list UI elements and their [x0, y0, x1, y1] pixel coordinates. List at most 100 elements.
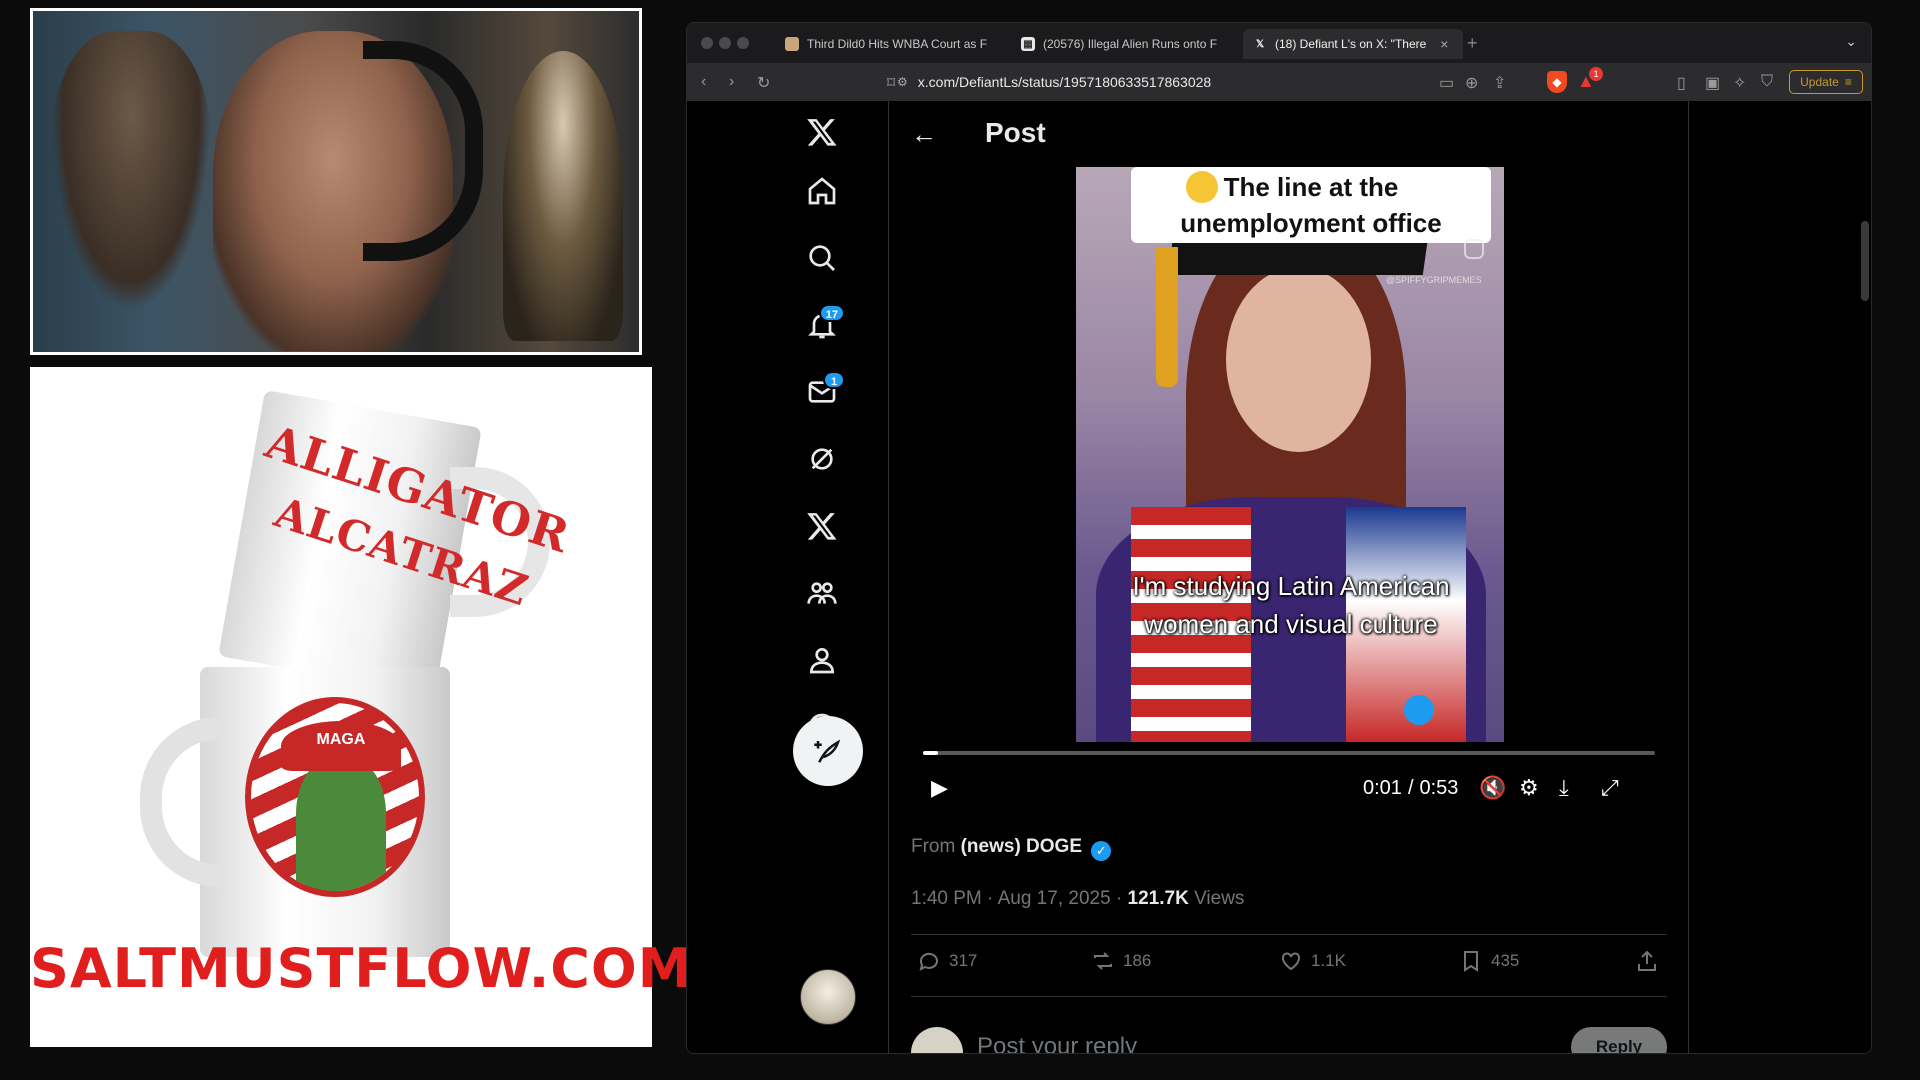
video-frame: The line at the unemployment office @SPI… [1076, 167, 1504, 742]
post-column: ← Post The line at the unemployment offi… [889, 101, 1688, 1053]
game-favicon [785, 37, 799, 51]
post-header: ← Post [889, 101, 1688, 167]
views-label: Views [1194, 888, 1245, 909]
video-progress-fill [923, 751, 938, 755]
wallet-icon[interactable]: ▣ [1705, 73, 1720, 93]
tab-strip: Third Dild0 Hits WNBA Court as F ▦ (2057… [687, 23, 1871, 63]
compose-post-button[interactable] [793, 716, 863, 786]
tab-close-icon[interactable]: × [1440, 36, 1448, 52]
new-tab-button[interactable]: + [1467, 33, 1478, 54]
video-controls: ▶ 0:01/0:53 🔇 ⚙ ⤓ ⤢ [911, 767, 1667, 815]
cap-label: MAGA [316, 731, 366, 748]
browser-window: Third Dild0 Hits WNBA Court as F ▦ (2057… [686, 22, 1872, 1054]
browser-toolbar: ‹ › ↻ ⌑ ⚙ x.com/DefiantLs/status/1957180… [687, 63, 1871, 101]
profile-icon[interactable] [795, 633, 849, 687]
minimize-window-button[interactable] [719, 37, 731, 49]
tab-label: (20576) Illegal Alien Runs onto F [1043, 37, 1218, 51]
video-player[interactable]: The line at the unemployment office @SPI… [911, 167, 1667, 823]
tab-illegal-alien[interactable]: ▦ (20576) Illegal Alien Runs onto F [1011, 29, 1241, 59]
picture-in-picture-icon[interactable]: ⤓ [1559, 775, 1569, 801]
account-avatar[interactable] [800, 969, 856, 1025]
tab-defiant-ls[interactable]: 𝕏 (18) Defiant L's on X: "There × [1243, 29, 1463, 59]
communities-icon[interactable] [795, 566, 849, 620]
divider [911, 996, 1667, 997]
x-logo-icon[interactable] [795, 105, 849, 159]
notifications-badge: 17 [818, 304, 845, 322]
share-icon[interactable]: ⇪ [1493, 73, 1506, 93]
x-favicon: 𝕏 [1255, 38, 1265, 50]
views-count: 121.7K [1127, 888, 1189, 909]
video-time: 0:01/0:53 [1363, 777, 1459, 799]
repost-count: 186 [1123, 951, 1152, 970]
video-subtitle: I'm studying Latin American women and vi… [1132, 571, 1450, 639]
video-progress-bar[interactable] [923, 751, 1655, 755]
home-icon[interactable] [795, 164, 849, 218]
cast-icon[interactable]: ▭ [1439, 73, 1454, 93]
bookmark-page-icon[interactable]: ⌑ [887, 73, 895, 93]
reply-composer: Post your reply Reply [911, 1021, 1667, 1053]
reply-button[interactable]: Reply [1571, 1027, 1667, 1053]
reload-icon[interactable]: ↻ [757, 73, 770, 93]
update-label: Update [1800, 75, 1839, 89]
webcam-video [33, 11, 639, 352]
fullscreen-icon[interactable]: ⤢ [1601, 775, 1619, 801]
update-button[interactable]: Update ≡ [1789, 70, 1863, 94]
from-label: From [911, 836, 956, 857]
address-bar[interactable]: ⚙ x.com/DefiantLs/status/195718063351786… [897, 70, 1377, 94]
settings-gear-icon[interactable]: ⚙ [1519, 775, 1539, 801]
alligator-graphic [296, 758, 386, 891]
extensions-icon[interactable]: ✧ [1733, 73, 1746, 93]
reply-input[interactable]: Post your reply [977, 1033, 1137, 1053]
repost-icon [1094, 952, 1112, 970]
like-action[interactable]: 1.1K [1279, 949, 1346, 973]
notifications-icon[interactable]: 17 [795, 298, 849, 352]
sidebar-icon[interactable]: ▯ [1677, 73, 1686, 93]
page-scrollbar[interactable] [1861, 221, 1869, 301]
url-text: x.com/DefiantLs/status/19571806335178630… [917, 74, 1212, 90]
instagram-icon [1464, 239, 1484, 259]
meme-caption: The line at the unemployment office [1131, 167, 1491, 243]
share-action[interactable] [1635, 949, 1659, 973]
post-timestamp[interactable]: 1:40 PM · Aug 17, 2025 · [911, 888, 1128, 909]
bookmark-action[interactable]: 435 [1459, 949, 1519, 973]
play-icon[interactable]: ▶ [931, 775, 948, 801]
tab-list-chevron-icon[interactable]: ⌄ [1845, 33, 1857, 50]
reply-action[interactable]: 317 [917, 949, 977, 973]
verified-badge-icon: ✓ [1091, 841, 1112, 861]
brave-shield-icon[interactable]: ◆ [1547, 71, 1567, 93]
back-icon[interactable]: ‹ [701, 73, 706, 91]
like-count: 1.1K [1311, 951, 1346, 970]
vpn-icon[interactable]: ⛉ [1761, 73, 1773, 91]
x-app: 17 1 ← Post The line at the unemployment… [687, 101, 1871, 1053]
zoom-window-button[interactable] [737, 37, 749, 49]
premium-x-icon[interactable] [795, 499, 849, 553]
tab-wnba[interactable]: Third Dild0 Hits WNBA Court as F [775, 29, 1005, 59]
zoom-icon[interactable]: ⊕ [1465, 73, 1478, 93]
mug-bottom-handle [140, 717, 220, 887]
x-left-nav: 17 1 [777, 101, 867, 1053]
lincoln-painting [51, 31, 211, 311]
forward-icon[interactable]: › [729, 73, 734, 91]
video-source: From (news) DOGE ✓ [911, 836, 1112, 861]
grid-favicon: ▦ [1021, 37, 1035, 51]
tab-label: Third Dild0 Hits WNBA Court as F [807, 37, 988, 51]
screen: ALLIGATOR ALCATRAZ MAGA SALTMUSTFLOW.COM… [0, 0, 1920, 1080]
search-icon[interactable] [795, 231, 849, 285]
menu-icon: ≡ [1844, 75, 1852, 89]
repost-action[interactable]: 186 [1091, 949, 1151, 973]
duration: 0:53 [1419, 777, 1459, 799]
mute-icon[interactable]: 🔇 [1479, 775, 1506, 801]
post-actions: 317 186 1.1K 435 [911, 931, 1667, 991]
webcam-overlay [30, 8, 642, 355]
site-settings-icon[interactable]: ⚙ [897, 75, 908, 89]
meme-caption-text: The line at the unemployment office [1180, 172, 1442, 238]
back-arrow-icon[interactable]: ← [911, 119, 937, 150]
grok-icon[interactable] [795, 432, 849, 486]
reply-avatar [911, 1027, 963, 1053]
tab-label: (18) Defiant L's on X: "There [1275, 37, 1427, 51]
main-divider [1688, 101, 1689, 1053]
video-watermark: @SPIFFYGRIPMEMES [1386, 275, 1482, 285]
close-window-button[interactable] [701, 37, 713, 49]
messages-icon[interactable]: 1 [795, 365, 849, 419]
source-account-link[interactable]: (news) DOGE [961, 836, 1082, 857]
